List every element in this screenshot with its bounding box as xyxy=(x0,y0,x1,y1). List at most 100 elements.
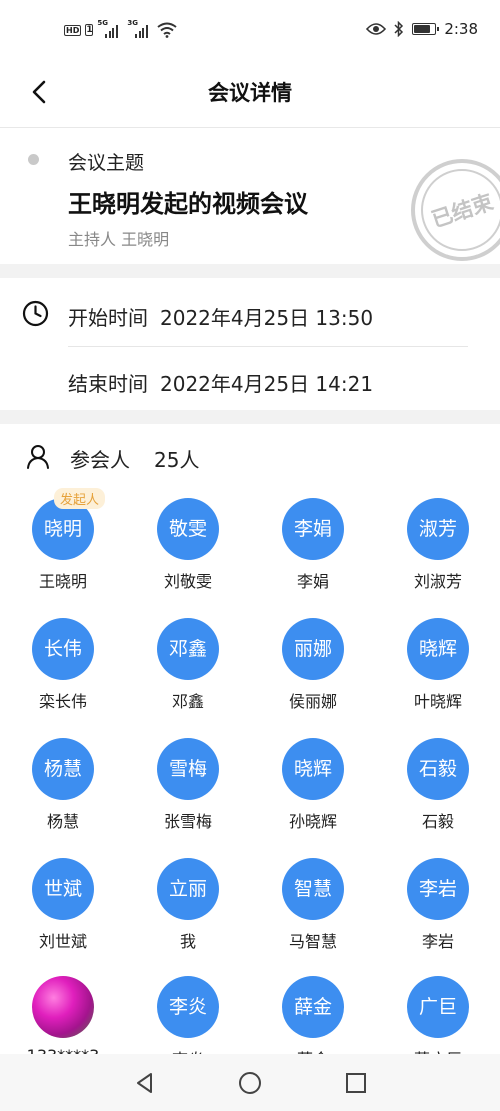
participant-item[interactable]: 晓辉 孙晓辉 xyxy=(250,728,376,848)
participant-item[interactable]: 晓辉 叶晓辉 xyxy=(375,608,500,728)
participant-item[interactable]: 立丽我 xyxy=(125,848,251,968)
sim-icon: 1 xyxy=(85,24,94,36)
host-name: 王晓明 xyxy=(121,230,170,249)
participant-name: 张雪梅 xyxy=(163,812,212,831)
participant-item[interactable]: 邓鑫 邓鑫 xyxy=(125,608,251,728)
participant-name: 薛金 xyxy=(250,1046,376,1054)
participant-name: 133****3 xyxy=(0,1046,126,1054)
participant-avatar[interactable]: 世斌 xyxy=(32,858,94,920)
participant-item[interactable]: 世斌 刘世斌 xyxy=(0,848,126,968)
participant-name: 叶晓辉 xyxy=(413,692,462,711)
bluetooth-icon xyxy=(394,21,404,37)
participant-avatar[interactable]: 智慧 xyxy=(282,858,344,920)
participant-item[interactable]: 李岩 李岩 xyxy=(375,848,500,968)
participant-item[interactable]: 长伟 栾长伟 xyxy=(0,608,126,728)
person-icon xyxy=(27,445,49,469)
host-info: 主持人 王晓明 xyxy=(68,226,169,250)
participants-grid: 晓明 王晓明 发起人 敬雯 刘敬雯 李娟 李娟 淑芳 刘淑芳 长伟 栾长伟 邓鑫 邓鑫 丽娜 侯丽娜 晓辉 叶晓… xyxy=(0,488,500,1054)
start-time-row: 开始时间 2022年4月25日 13:50 xyxy=(68,302,373,331)
participant-avatar[interactable]: 丽娜 xyxy=(282,618,344,680)
participant-photo-avatar[interactable] xyxy=(32,976,94,1038)
participant-name: 邓鑫 xyxy=(171,692,204,711)
signal-icon: 5G xyxy=(97,19,123,38)
system-nav-bar xyxy=(0,1054,500,1111)
participant-name: 刘淑芳 xyxy=(413,572,462,591)
battery-icon xyxy=(412,23,440,35)
battery-fill xyxy=(414,25,430,33)
participant-item[interactable]: 李炎李炎 xyxy=(125,966,251,1054)
participant-avatar[interactable]: 李炎 xyxy=(157,976,219,1038)
start-time-value: 2022年4月25日 13:50 xyxy=(160,306,374,330)
participant-avatar[interactable]: 雪梅 xyxy=(157,738,219,800)
status-stamp-text: 已结束 xyxy=(429,189,497,232)
participant-item[interactable]: 133****3 xyxy=(0,966,126,1054)
participant-avatar[interactable]: 淑芳 xyxy=(407,498,469,560)
wifi-icon xyxy=(157,22,177,38)
clock-icon xyxy=(22,300,49,327)
participant-item[interactable]: 雪梅 张雪梅 xyxy=(125,728,251,848)
status-time: 2:38 xyxy=(444,20,478,38)
status-left: HD 1 5G 3G xyxy=(64,19,177,38)
participant-avatar[interactable]: 长伟 xyxy=(32,618,94,680)
meeting-time-section: 开始时间 2022年4月25日 13:50 结束时间 2022年4月25日 14:2… xyxy=(0,278,500,410)
hd-icon: HD xyxy=(64,24,82,36)
participant-avatar[interactable]: 李岩 xyxy=(407,858,469,920)
participant-name: 孙晓辉 xyxy=(288,812,337,831)
participant-name: 李娟 xyxy=(296,572,329,591)
home-circle-icon[interactable] xyxy=(237,1070,263,1096)
participant-avatar[interactable]: 石毅 xyxy=(407,738,469,800)
initiator-badge: 发起人 xyxy=(54,488,106,509)
participant-item[interactable]: 杨慧 杨慧 xyxy=(0,728,126,848)
participant-name: 马智慧 xyxy=(288,932,337,951)
participant-name: 李岩 xyxy=(421,932,454,951)
signal-icon-2: 3G xyxy=(127,19,153,38)
participant-item[interactable]: 丽娜 侯丽娜 xyxy=(250,608,376,728)
recents-square-icon[interactable] xyxy=(343,1070,369,1096)
ended-stamp-icon: 已结束 xyxy=(411,159,500,261)
participant-avatar[interactable]: 晓辉 xyxy=(407,618,469,680)
time-divider xyxy=(68,346,468,347)
participant-name: 董广巨 xyxy=(375,1046,500,1054)
participant-avatar[interactable]: 晓辉 xyxy=(282,738,344,800)
page-title: 会议详情 xyxy=(208,81,292,105)
participant-item[interactable]: 薛金薛金 xyxy=(250,966,376,1054)
participant-name: 刘敬雯 xyxy=(163,572,212,591)
participant-name: 杨慧 xyxy=(46,812,79,831)
participant-item[interactable]: 智慧 马智慧 xyxy=(250,848,376,968)
topic-value: 王晓明发起的视频会议 xyxy=(68,189,308,218)
end-time-row: 结束时间 2022年4月25日 14:21 xyxy=(68,368,373,397)
participant-avatar[interactable]: 薛金 xyxy=(282,976,344,1038)
participant-avatar[interactable]: 李娟 xyxy=(282,498,344,560)
topic-dot-icon xyxy=(28,154,39,165)
host-label: 主持人 xyxy=(68,230,117,249)
eye-icon xyxy=(366,23,387,35)
participant-item[interactable]: 李娟 李娟 xyxy=(250,488,376,608)
participant-avatar[interactable]: 广巨 xyxy=(407,976,469,1038)
start-time-label: 开始时间 xyxy=(68,306,148,330)
participant-avatar[interactable]: 敬雯 xyxy=(157,498,219,560)
participants-header: 参会人 25人 xyxy=(0,424,500,488)
participant-name: 侯丽娜 xyxy=(288,692,337,711)
participant-item[interactable]: 石毅 石毅 xyxy=(375,728,500,848)
participant-name: 王晓明 xyxy=(38,572,87,591)
topic-label: 会议主题 xyxy=(68,152,145,174)
participant-name: 我 xyxy=(179,932,196,951)
end-time-value: 2022年4月25日 14:21 xyxy=(160,372,374,396)
participant-name: 刘世斌 xyxy=(38,932,87,951)
participant-avatar[interactable]: 邓鑫 xyxy=(157,618,219,680)
participant-item[interactable]: 广巨董广巨 xyxy=(375,966,500,1054)
participant-avatar[interactable]: 立丽 xyxy=(157,858,219,920)
end-time-label: 结束时间 xyxy=(68,372,148,396)
participants-count: 25人 xyxy=(154,448,200,472)
participant-item[interactable]: 晓明 王晓明 发起人 xyxy=(0,488,126,608)
section-divider xyxy=(0,264,500,278)
meeting-topic-section: 会议主题 王晓明发起的视频会议 主持人 王晓明 已结束 xyxy=(0,128,500,264)
participant-name: 李炎 xyxy=(125,1046,251,1054)
participant-avatar[interactable]: 杨慧 xyxy=(32,738,94,800)
back-triangle-icon[interactable] xyxy=(132,1070,158,1096)
participant-item[interactable]: 敬雯 刘敬雯 xyxy=(125,488,251,608)
participants-label: 参会人 xyxy=(70,448,130,472)
status-right: 2:38 xyxy=(366,20,478,38)
participant-name: 石毅 xyxy=(421,812,454,831)
participant-item[interactable]: 淑芳 刘淑芳 xyxy=(375,488,500,608)
